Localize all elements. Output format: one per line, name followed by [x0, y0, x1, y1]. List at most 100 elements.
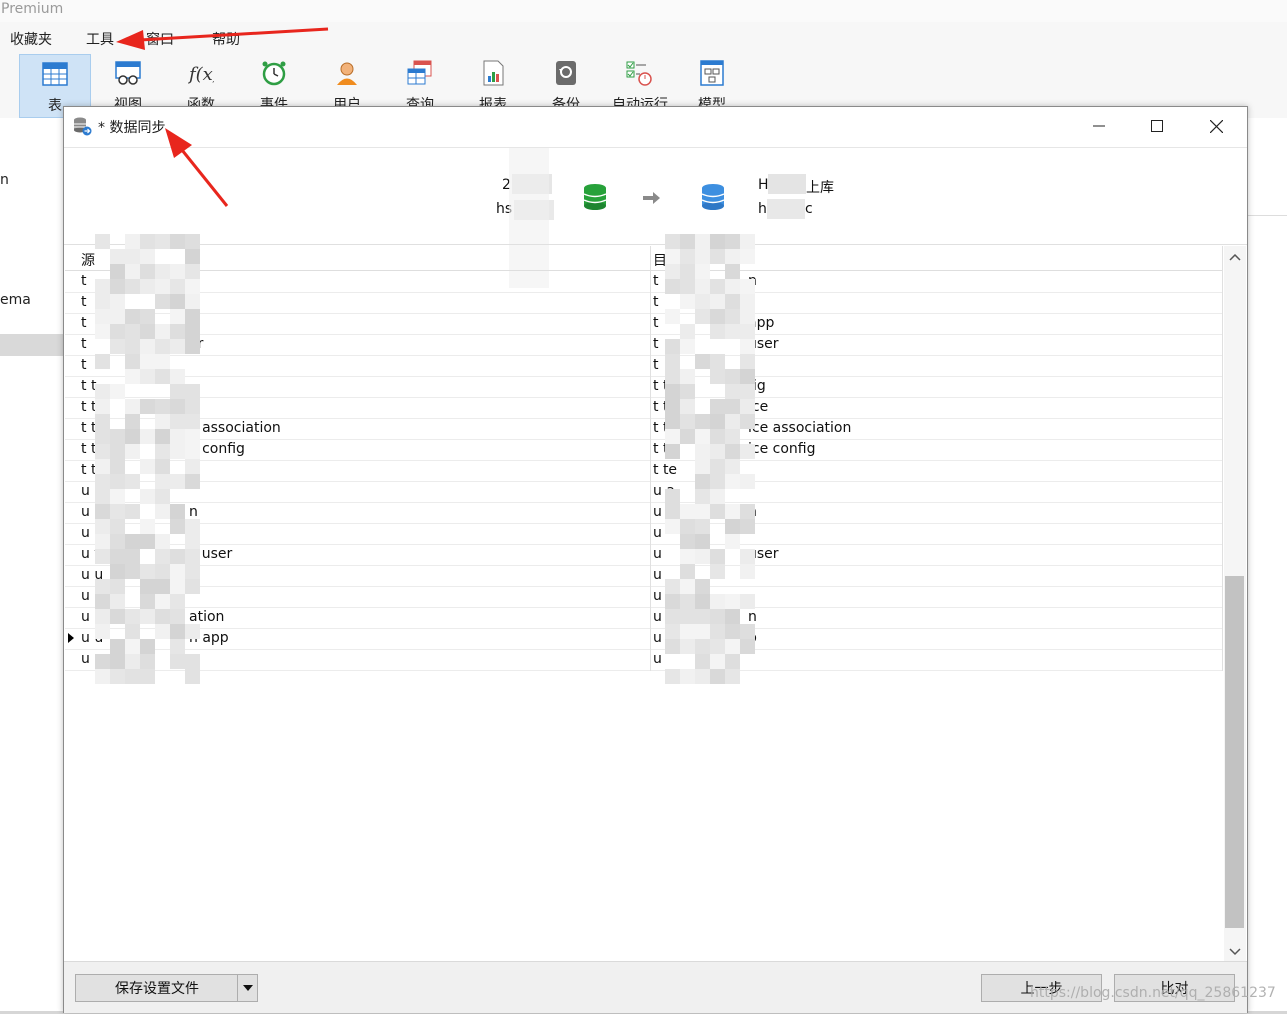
- save-profile-button[interactable]: 保存设置文件: [75, 974, 239, 1002]
- mosaic-tile: [710, 234, 725, 249]
- mosaic-tile: [110, 519, 125, 534]
- table-row[interactable]: ttn: [65, 271, 1222, 293]
- mosaic-tile: [170, 504, 185, 519]
- source-database-icon: [583, 184, 607, 210]
- mosaic-tile: [665, 249, 680, 264]
- maximize-button[interactable]: [1128, 107, 1186, 145]
- table-row[interactable]: t tet tice: [65, 397, 1222, 419]
- minimize-button[interactable]: [1070, 107, 1128, 145]
- menu-bar: 收藏夹 工具 窗口 帮助: [0, 22, 1287, 52]
- target-table-cell: t: [653, 273, 659, 289]
- mosaic-tile: [710, 549, 725, 564]
- mosaic-tile: [665, 594, 680, 609]
- mosaic-tile: [710, 444, 725, 459]
- scroll-thumb[interactable]: [1225, 576, 1244, 928]
- sidebar-fragment[interactable]: ema: [0, 292, 31, 308]
- redaction-mosaic: [767, 199, 805, 219]
- table-row[interactable]: u au a: [65, 481, 1222, 503]
- table-row[interactable]: u uu: [65, 586, 1222, 608]
- mosaic-tile: [740, 234, 755, 249]
- mosaic-tile: [140, 609, 155, 624]
- mosaic-tile: [725, 519, 740, 534]
- mosaic-tile: [680, 339, 695, 354]
- mosaic-tile: [710, 489, 725, 504]
- mosaic-tile: [665, 444, 680, 459]
- mosaic-tile: [140, 264, 155, 279]
- mosaic-tile: [140, 324, 155, 339]
- scroll-up-button[interactable]: [1224, 246, 1246, 268]
- mosaic-tile: [725, 414, 740, 429]
- menu-tools[interactable]: 工具: [86, 29, 114, 49]
- table-row[interactable]: u anun: [65, 502, 1222, 524]
- mosaic-tile: [110, 444, 125, 459]
- mosaic-tile: [710, 279, 725, 294]
- source-table-cell-tail: ation: [189, 609, 225, 625]
- mosaic-tile: [665, 399, 680, 414]
- table-row[interactable]: u un appup: [65, 628, 1222, 650]
- mosaic-tile: [710, 414, 725, 429]
- mosaic-tile: [725, 309, 740, 324]
- mosaic-tile: [695, 624, 710, 639]
- table-row[interactable]: t te t te: [65, 460, 1222, 482]
- mosaic-tile: [140, 669, 155, 684]
- menu-window[interactable]: 窗口: [146, 29, 174, 49]
- table-row[interactable]: u atu: [65, 523, 1222, 545]
- mosaic-tile: [185, 234, 200, 249]
- mosaic-tile: [710, 369, 725, 384]
- table-row[interactable]: u ty user u user: [65, 544, 1222, 566]
- mosaic-tile: [155, 624, 170, 639]
- table-row[interactable]: u useu: [65, 649, 1222, 671]
- column-header-source[interactable]: 源: [81, 250, 95, 270]
- mosaic-tile: [125, 534, 140, 549]
- mosaic-tile: [740, 339, 755, 354]
- mosaic-tile: [110, 669, 125, 684]
- table-row[interactable]: u uu: [65, 565, 1222, 587]
- mosaic-tile: [695, 654, 710, 669]
- source-table-cell: t: [81, 294, 87, 310]
- mosaic-tile: [125, 339, 140, 354]
- save-profile-dropdown[interactable]: [237, 974, 258, 1002]
- menu-favorites[interactable]: 收藏夹: [10, 29, 52, 49]
- mosaic-tile: [95, 414, 110, 429]
- mosaic-tile: [725, 669, 740, 684]
- target-table-cell-tail: ice config: [748, 441, 816, 457]
- menu-help[interactable]: 帮助: [212, 29, 240, 49]
- mosaic-tile: [140, 534, 155, 549]
- target-table-cell: t: [653, 336, 659, 352]
- scroll-down-button[interactable]: [1224, 941, 1246, 963]
- mosaic-tile: [155, 399, 170, 414]
- mosaic-tile: [680, 294, 695, 309]
- mosaic-tile: [740, 369, 755, 384]
- target-database-icon: [701, 184, 725, 210]
- mosaic-tile: [710, 399, 725, 414]
- sidebar-fragment[interactable]: n: [0, 172, 9, 188]
- table-row[interactable]: t tt t fig: [65, 376, 1222, 398]
- table-row[interactable]: u u ation u n: [65, 607, 1222, 629]
- table-row[interactable]: tertuser: [65, 334, 1222, 356]
- vertical-scrollbar[interactable]: [1224, 246, 1246, 963]
- mosaic-tile: [710, 249, 725, 264]
- mosaic-tile: [740, 309, 755, 324]
- app-title: Premium: [1, 1, 64, 17]
- mosaic-tile: [680, 549, 695, 564]
- table-row[interactable]: tt: [65, 292, 1222, 314]
- table-row[interactable]: tptapp: [65, 313, 1222, 335]
- mosaic-tile: [125, 264, 140, 279]
- mosaic-tile: [170, 579, 185, 594]
- mosaic-tile: [710, 609, 725, 624]
- table-row[interactable]: tt: [65, 355, 1222, 377]
- sidebar-selected-row[interactable]: [0, 334, 64, 356]
- table-row[interactable]: t te e association t t ice association: [65, 418, 1222, 440]
- mosaic-tile: [695, 609, 710, 624]
- mosaic-tile: [665, 519, 680, 534]
- dialog-title-bar[interactable]: * 数据同步: [64, 107, 1247, 147]
- mosaic-tile: [725, 594, 740, 609]
- connection-sidebar: n ema: [0, 118, 64, 1014]
- mosaic-tile: [95, 399, 110, 414]
- mosaic-tile: [665, 279, 680, 294]
- close-button[interactable]: [1187, 107, 1245, 145]
- mosaic-tile: [95, 429, 110, 444]
- event-clock-icon: [262, 61, 286, 86]
- table-row[interactable]: t tee configt teice config: [65, 439, 1222, 461]
- mosaic-tile: [95, 669, 110, 684]
